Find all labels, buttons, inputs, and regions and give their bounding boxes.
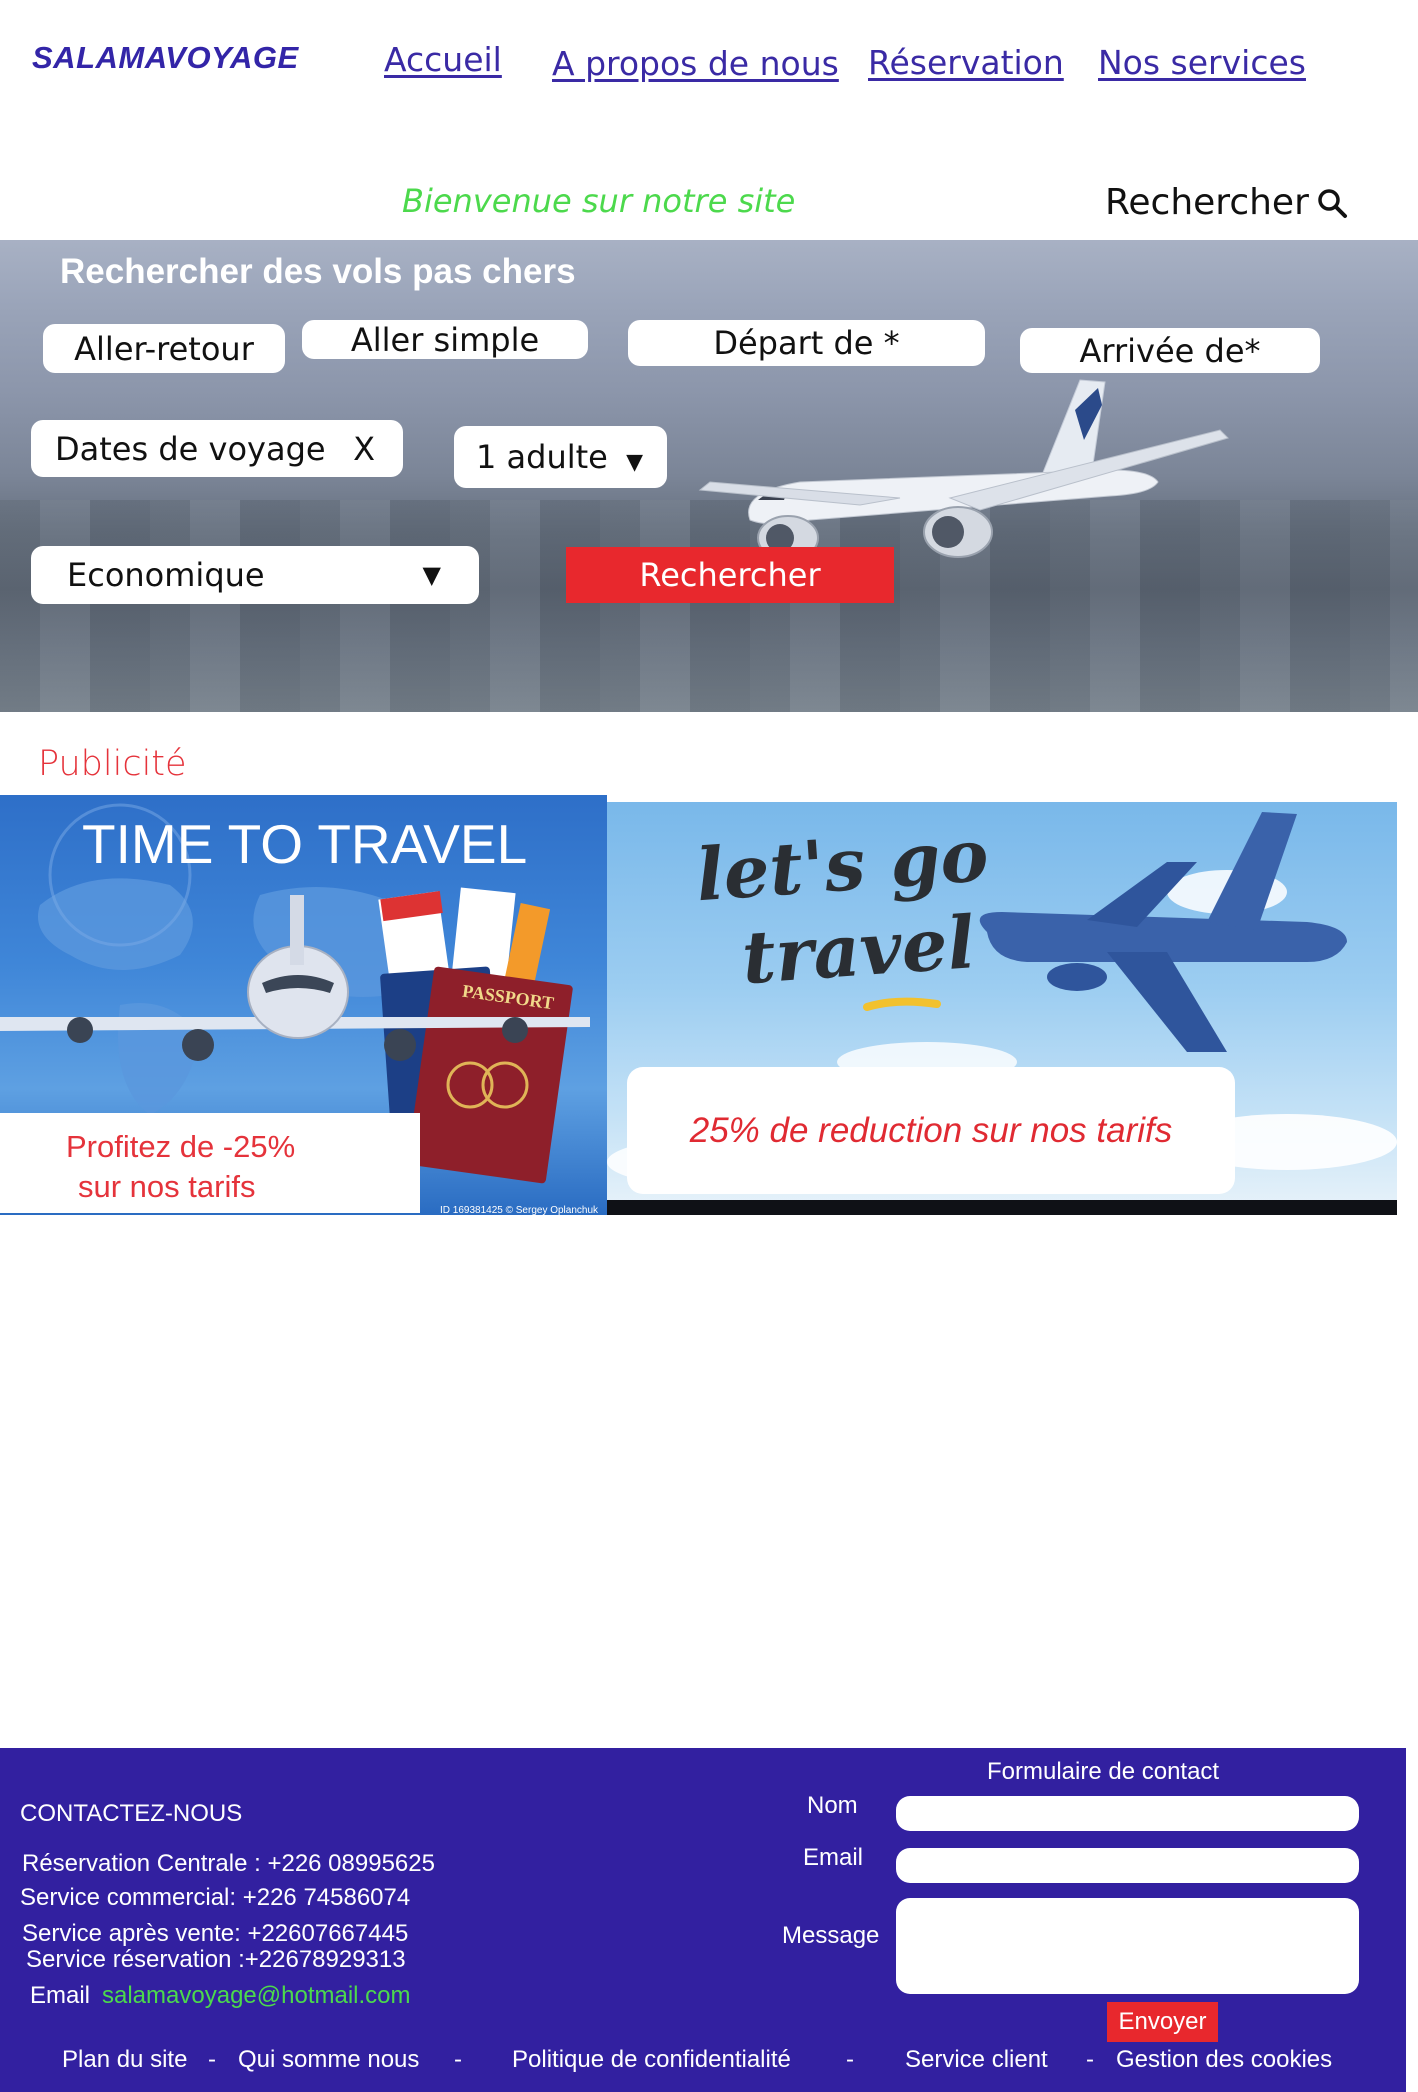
nav-nos-services[interactable]: Nos services	[1098, 43, 1306, 82]
footer-separator: -	[846, 2046, 854, 2073]
welcome-text: Bienvenue sur notre site	[402, 182, 796, 220]
ad1-headline: TIME TO TRAVEL	[82, 813, 528, 875]
travel-dates-field[interactable]: Dates de voyage X	[31, 420, 403, 477]
footer: CONTACTEZ-NOUS Réservation Centrale : +2…	[0, 1748, 1406, 2092]
ad-lets-go-travel[interactable]: let's go travel 25% de reduction sur nos…	[607, 802, 1397, 1215]
footer-separator: -	[1086, 2046, 1094, 2073]
ad1-caption-line2: sur nos tarifs	[78, 1169, 256, 1204]
passengers-select[interactable]: 1 adulte ▼	[454, 426, 667, 488]
ad1-caption-box: Profitez de -25% sur nos tarifs	[0, 1113, 420, 1213]
footer-line-commercial: Service commercial: +226 74586074	[20, 1884, 411, 1911]
footer-separator: -	[454, 2046, 462, 2073]
ad2-caption: 25% de reduction sur nos tarifs	[689, 1110, 1173, 1150]
footer-link-politique[interactable]: Politique de confidentialité	[512, 2046, 791, 2074]
email-field-label: Email	[803, 1844, 864, 1871]
email-field[interactable]	[896, 1848, 1359, 1883]
footer-email-label: Email	[30, 1982, 91, 2009]
cabin-class-select[interactable]: Economique ▼	[31, 546, 479, 604]
cabin-class-value: Economique	[67, 556, 265, 594]
site-logo[interactable]: SALAMAVOYAGE	[32, 40, 299, 76]
footer-link-qui-somme-nous[interactable]: Qui somme nous	[238, 2046, 419, 2074]
ad1-credit: ID 169381425 © Sergey Oplanchuk	[440, 1205, 599, 1215]
footer-line-reservation: Service réservation :+22678929313	[26, 1946, 406, 1973]
search-flights-button[interactable]: Rechercher	[566, 547, 894, 603]
arrival-field[interactable]: Arrivée de*	[1020, 328, 1320, 373]
header-search-button[interactable]: Rechercher	[1105, 182, 1349, 223]
trip-roundtrip-option[interactable]: Aller-retour	[43, 324, 285, 373]
footer-separator: -	[208, 2046, 216, 2073]
message-field[interactable]	[896, 1898, 1359, 1994]
dates-clear-icon[interactable]: X	[353, 430, 375, 468]
footer-email-link[interactable]: salamavoyage@hotmail.com	[102, 1982, 411, 2010]
footer-link-plan-du-site[interactable]: Plan du site	[62, 2046, 187, 2074]
search-form-title: Rechercher des vols pas chers	[60, 252, 576, 291]
travel-dates-label: Dates de voyage	[55, 429, 326, 468]
footer-link-service-client[interactable]: Service client	[905, 2046, 1048, 2074]
footer-line-reservation-centrale: Réservation Centrale : +226 08995625	[22, 1850, 435, 1877]
send-button[interactable]: Envoyer	[1107, 2002, 1218, 2042]
chevron-down-icon: ▼	[422, 561, 441, 589]
trip-oneway-option[interactable]: Aller simple	[302, 320, 588, 359]
message-field-label: Message	[782, 1922, 880, 1949]
ad1-caption-line1: Profitez de -25%	[66, 1129, 296, 1164]
footer-line-apres-vente: Service après vente: +22607667445	[22, 1920, 409, 1947]
chevron-down-icon: ▼	[626, 449, 643, 475]
ads-heading: Publicité	[38, 744, 187, 784]
ad2-caption-box: 25% de reduction sur nos tarifs	[627, 1067, 1235, 1194]
passengers-value: 1 adulte	[476, 438, 608, 476]
nav-reservation[interactable]: Réservation	[868, 43, 1064, 82]
footer-contact-heading: CONTACTEZ-NOUS	[20, 1800, 243, 1827]
ad-time-to-travel[interactable]: TIME TO TRAVEL PASSPORT Profitez de -25%…	[0, 795, 607, 1215]
contact-form-title: Formulaire de contact	[987, 1758, 1220, 1785]
header-search-label: Rechercher	[1105, 182, 1309, 223]
search-icon	[1318, 188, 1347, 218]
nav-accueil[interactable]: Accueil	[384, 40, 502, 79]
departure-field[interactable]: Départ de *	[628, 320, 985, 366]
nav-a-propos[interactable]: A propos de nous	[552, 44, 839, 83]
footer-link-cookies[interactable]: Gestion des cookies	[1116, 2046, 1332, 2074]
name-field-label: Nom	[807, 1792, 858, 1819]
name-field[interactable]	[896, 1796, 1359, 1831]
ad2-script-text: let's go travel	[693, 812, 997, 1004]
